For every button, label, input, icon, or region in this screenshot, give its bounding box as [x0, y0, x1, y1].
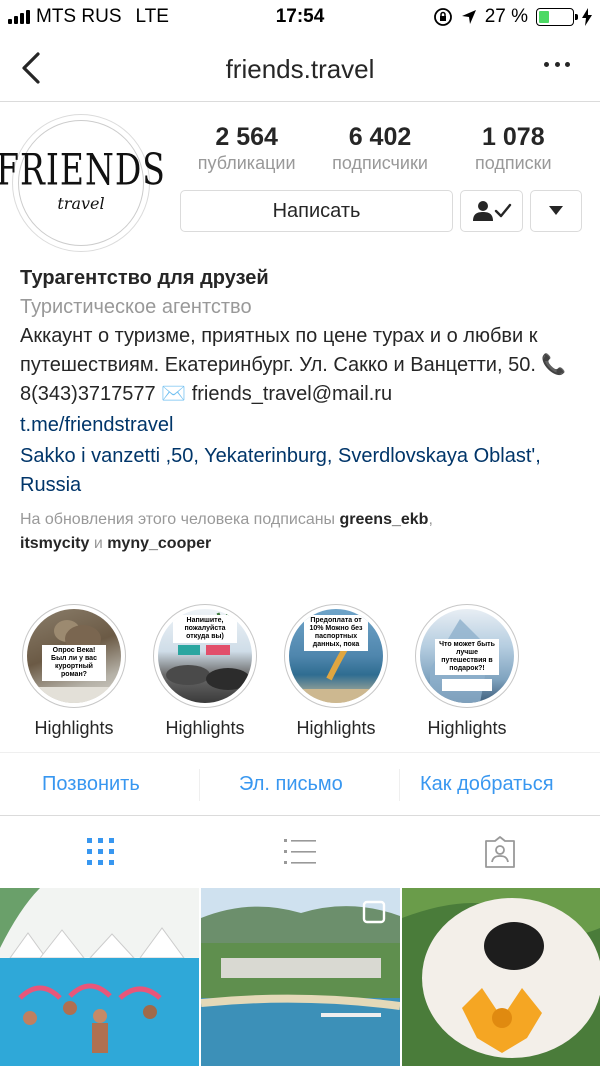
- page-title: friends.travel: [225, 54, 375, 84]
- list-icon: [284, 839, 316, 864]
- stat-posts-label: публикации: [197, 153, 296, 173]
- highlight-item[interactable]: Опрос Века! Был ли у вас курортный роман…: [14, 604, 134, 740]
- stat-following[interactable]: 1 078 подписки: [447, 122, 580, 174]
- profile-avatar[interactable]: FRIENDS travel: [0, 114, 165, 252]
- profile-actions: Написать: [180, 190, 582, 232]
- post-image: [0, 888, 199, 1066]
- highlight-sticker-text: Что может быть лучше путешествия в подар…: [435, 639, 499, 675]
- highlight-label: Highlights: [427, 718, 507, 738]
- suggested-accounts-button[interactable]: [530, 190, 582, 232]
- profile-description: Аккаунт о туризме, приятных по цене тура…: [20, 325, 567, 405]
- highlight-cover-image: Опрос Века! Был ли у вас курортный роман…: [27, 609, 121, 703]
- email-button[interactable]: Эл. письмо: [239, 773, 343, 796]
- following-button[interactable]: [460, 190, 523, 232]
- followed-by-user: greens_ekb: [339, 511, 429, 528]
- profile-bio: Турагентство для друзей Туристическое аг…: [20, 264, 590, 556]
- followed-by-prefix: На обновления этого человека подписаны: [20, 511, 340, 528]
- location-arrow-icon: [461, 10, 476, 24]
- posts-grid: [0, 888, 600, 1066]
- highlight-cover-image: Что может быть лучше путешествия в подар…: [420, 609, 514, 703]
- multiple-posts-icon: [362, 900, 386, 924]
- divider: [199, 769, 200, 801]
- status-bar: MTS RUS LTE 17:54 27 %: [0, 0, 600, 36]
- more-options-button[interactable]: [544, 62, 570, 72]
- divider: [399, 769, 400, 801]
- post-thumbnail[interactable]: [402, 888, 600, 1066]
- more-horizontal-icon: [544, 62, 549, 67]
- highlight-label: Highlights: [296, 718, 376, 738]
- highlight-item[interactable]: Предоплата от 10% Можно без паспортных д…: [276, 604, 396, 740]
- highlight-sticker-text: Напишите, пожалуйста откуда вы): [173, 615, 237, 643]
- highlight-cover-image: Напишите, пожалуйста откуда вы): [158, 609, 252, 703]
- highlight-label: Highlights: [165, 718, 245, 738]
- avatar-logo-subtext: travel: [57, 194, 105, 213]
- highlight-cover-image: Предоплата от 10% Можно без паспортных д…: [289, 609, 383, 703]
- person-check-icon: [472, 201, 511, 221]
- profile-category: Туристическое агентство: [20, 296, 252, 318]
- stat-posts-count: 2 564: [215, 123, 278, 151]
- post-image: [402, 888, 600, 1066]
- battery-percent: 27 %: [484, 6, 528, 27]
- grid-icon: [87, 838, 114, 865]
- contact-options: Позвонить Эл. письмо Как добраться: [0, 752, 600, 816]
- stat-following-count: 1 078: [482, 123, 545, 151]
- highlight-item[interactable]: Напишите, пожалуйста откуда вы) Highligh…: [145, 604, 265, 740]
- avatar-logo-text: FRIENDS: [0, 144, 166, 195]
- charging-bolt-icon: [582, 8, 592, 26]
- highlight-sticker-text: Опрос Века! Был ли у вас курортный роман…: [42, 645, 106, 681]
- post-thumbnail[interactable]: [201, 888, 400, 1066]
- highlight-label: Highlights: [34, 718, 114, 738]
- profile-view-tabs: [0, 817, 600, 887]
- directions-button[interactable]: Как добраться: [420, 773, 554, 796]
- tab-list[interactable]: [283, 835, 317, 869]
- caret-down-icon: [549, 206, 563, 215]
- followed-by-user: itsmycity: [20, 535, 90, 552]
- battery-icon: [536, 8, 578, 26]
- stat-following-label: подписки: [475, 153, 552, 173]
- navigation-bar: friends.travel: [0, 36, 600, 102]
- followed-by-user: myny_cooper: [107, 535, 212, 552]
- stat-followers[interactable]: 6 402 подписчики: [313, 122, 446, 174]
- profile-name: Турагентство для друзей: [20, 267, 269, 289]
- stat-followers-label: подписчики: [332, 153, 428, 173]
- profile-address[interactable]: Sakko i vanzetti ,50, Yekaterinburg, Sve…: [20, 442, 590, 500]
- stat-followers-count: 6 402: [348, 123, 412, 151]
- call-button[interactable]: Позвонить: [42, 773, 140, 796]
- profile-link[interactable]: t.me/friendstravel: [20, 411, 590, 440]
- post-thumbnail[interactable]: [0, 888, 199, 1066]
- tagged-user-icon: [485, 836, 515, 868]
- tab-grid[interactable]: [84, 835, 118, 869]
- profile-stats: 2 564 публикации 6 402 подписчики 1 078 …: [180, 122, 580, 174]
- stat-posts[interactable]: 2 564 публикации: [180, 122, 313, 174]
- story-highlights: Опрос Века! Был ли у вас курортный роман…: [14, 604, 594, 744]
- followed-by[interactable]: На обновления этого человека подписаны g…: [20, 508, 590, 556]
- highlight-sticker-text: Предоплата от 10% Можно без паспортных д…: [304, 615, 368, 651]
- message-button[interactable]: Написать: [180, 190, 453, 232]
- highlight-item[interactable]: Что может быть лучше путешествия в подар…: [407, 604, 527, 740]
- tab-tagged[interactable]: [483, 835, 517, 869]
- orientation-lock-icon: [433, 8, 452, 26]
